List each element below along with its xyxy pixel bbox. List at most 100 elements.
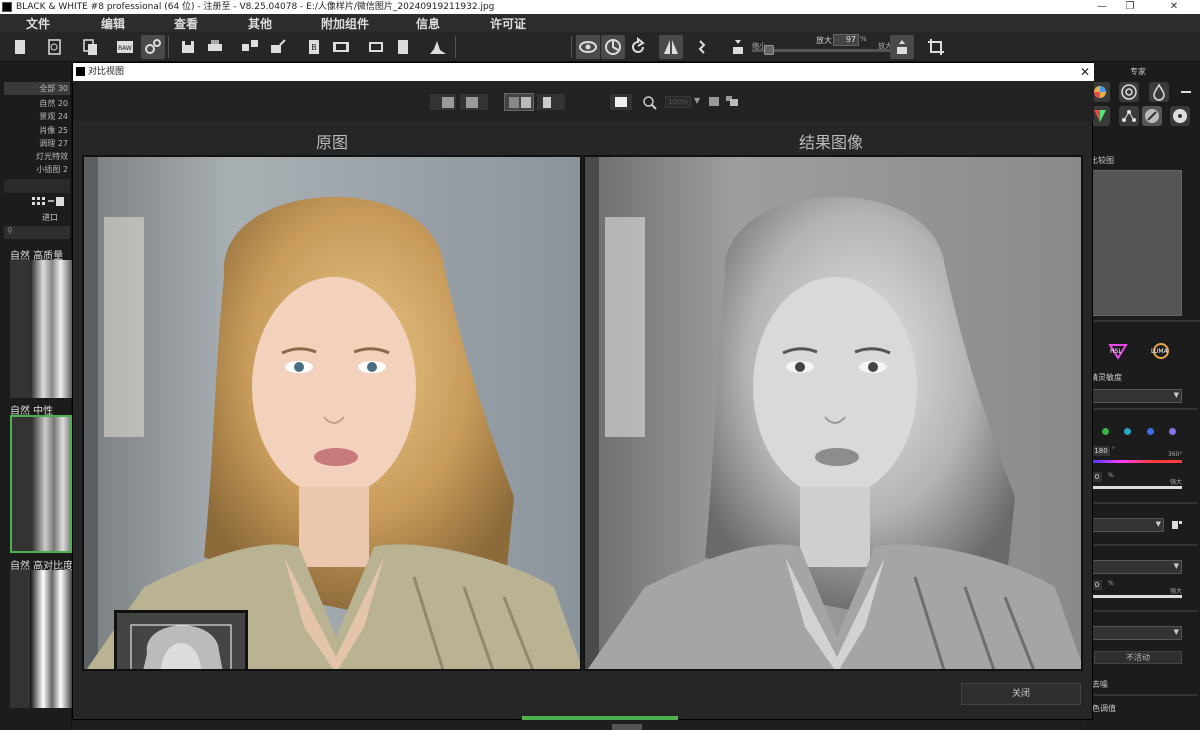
flip-icon[interactable] [659, 35, 683, 59]
magnifier-icon[interactable] [642, 95, 658, 111]
sensitivity-dropdown[interactable] [1090, 389, 1182, 403]
mode-dropdown[interactable] [1090, 518, 1164, 532]
batch-process-icon[interactable] [141, 35, 165, 59]
fullscreen-icon[interactable] [709, 97, 719, 106]
split-view-button[interactable] [504, 93, 534, 111]
film-reel-icon[interactable] [1170, 106, 1190, 126]
zoom-in-icon[interactable] [890, 35, 914, 59]
bottom-scroll-handle[interactable] [612, 724, 642, 730]
hue-value[interactable]: 180 [1092, 446, 1110, 456]
overlay-view-button[interactable] [536, 93, 566, 111]
dialog-app-icon [76, 67, 85, 76]
menu-bar: 文件 编辑 查看 其他 附加组件 信息 许可证 [0, 14, 1200, 32]
preset-thumbnail[interactable] [10, 260, 72, 398]
secondary-dropdown[interactable] [1090, 560, 1182, 574]
menu-view[interactable]: 查看 [174, 15, 198, 32]
zoom-unit: % [860, 35, 867, 43]
preview-eye-icon[interactable] [576, 35, 600, 59]
strength-value[interactable]: 0 [1092, 472, 1102, 482]
export-icon[interactable] [238, 35, 262, 59]
navigator-thumbnail[interactable] [114, 610, 248, 669]
preset-thumbnail-selected[interactable] [10, 415, 72, 553]
menu-other[interactable]: 其他 [248, 15, 272, 32]
menu-license[interactable]: 许可证 [490, 15, 526, 32]
color-dot-blue[interactable] [1147, 428, 1154, 435]
single-view-button[interactable] [429, 93, 457, 111]
filmstrip-icon[interactable] [329, 35, 353, 59]
split-icon[interactable] [690, 35, 714, 59]
hue-max-label: 360° [1168, 451, 1183, 458]
brush-icon[interactable] [1142, 106, 1162, 126]
search-field[interactable]: ⚲ [4, 226, 70, 239]
hsl-icon[interactable]: HSL [1108, 342, 1128, 360]
category-natural[interactable]: 自然 20 [4, 97, 70, 110]
undo-icon[interactable] [626, 35, 650, 59]
minimize-button[interactable]: — [1088, 0, 1116, 14]
color-dot-green[interactable] [1102, 428, 1109, 435]
search-icon: ⚲ [7, 226, 13, 235]
preset-panel: 全部 30 自然 20 景观 24 肖像 25 调理 27 灯光特效 小插图 2… [0, 62, 73, 730]
zoom-dropdown-icon[interactable]: ▼ [694, 96, 700, 105]
preset-thumbnail[interactable] [10, 570, 72, 708]
print-icon[interactable] [203, 35, 227, 59]
tone-label: 色调值 [1092, 704, 1116, 713]
zoom-slider-thumb[interactable] [763, 45, 774, 55]
category-toning[interactable]: 调理 27 [4, 137, 70, 150]
close-window-button[interactable]: ✕ [1160, 0, 1188, 14]
resize-icon[interactable] [364, 35, 388, 59]
share-icon[interactable] [266, 35, 290, 59]
grid-import-icon[interactable] [30, 196, 70, 208]
tertiary-dropdown[interactable] [1090, 626, 1182, 640]
secondary-value[interactable]: 0 [1092, 580, 1102, 590]
window-title: BLACK & WHITE #8 professional (64 位) - 注… [16, 2, 495, 12]
color-dot-cyan[interactable] [1124, 428, 1131, 435]
compare-icon[interactable] [601, 35, 625, 59]
original-image-label: 原图 [316, 133, 349, 152]
histogram-icon[interactable] [426, 35, 450, 59]
nodes-icon[interactable] [1119, 106, 1139, 126]
menu-addons[interactable]: 附加组件 [321, 15, 369, 32]
window-mode-icon[interactable] [725, 95, 739, 107]
sensitivity-label: 精灵敏度 [1090, 373, 1122, 382]
raw-icon[interactable]: RAW [113, 35, 137, 59]
menu-info[interactable]: 信息 [416, 15, 440, 32]
zoom-input[interactable]: 97 [833, 34, 859, 46]
menu-edit[interactable]: 编辑 [101, 15, 125, 32]
svg-text:RAW: RAW [118, 45, 132, 52]
crop-icon[interactable] [924, 35, 948, 59]
copy-icon[interactable] [78, 35, 102, 59]
bookmark-icon[interactable]: B [302, 35, 326, 59]
dialog-close-icon[interactable]: ✕ [1080, 63, 1090, 81]
color-dot-violet[interactable] [1169, 428, 1176, 435]
strength-slider[interactable] [1090, 486, 1182, 489]
zoom-out-icon[interactable] [726, 35, 750, 59]
open-recent-icon[interactable] [42, 35, 66, 59]
save-icon[interactable] [176, 35, 200, 59]
close-dialog-button[interactable]: 关闭 [961, 683, 1081, 705]
drop-icon[interactable] [1149, 82, 1169, 102]
hue-slider[interactable] [1090, 460, 1182, 463]
dialog-toolbar: 100% ▼ [73, 81, 1094, 121]
original-image[interactable] [82, 155, 582, 671]
menu-file[interactable]: 文件 [26, 15, 50, 32]
category-vignette[interactable]: 小插图 2 [4, 163, 70, 176]
category-portrait[interactable]: 肖像 25 [4, 124, 70, 137]
aperture-icon[interactable] [1119, 82, 1139, 102]
new-file-icon[interactable] [8, 35, 32, 59]
result-image[interactable] [583, 155, 1083, 671]
category-light-effects[interactable]: 灯光特效 [4, 150, 70, 163]
category-landscape[interactable]: 景观 24 [4, 110, 70, 123]
filter-icon[interactable] [1170, 519, 1184, 531]
maximize-button[interactable]: ❐ [1116, 0, 1144, 14]
compare-preview-title: 比较图 [1090, 156, 1114, 165]
fit-screen-button[interactable] [609, 93, 633, 111]
side-by-side-button[interactable] [459, 93, 489, 111]
document-icon[interactable] [391, 35, 415, 59]
luma-icon[interactable]: LUMA [1151, 342, 1171, 360]
inactive-button[interactable]: 不活动 [1094, 651, 1182, 664]
expert-panel: 专家 比较图 HSL LUMA 精灵敏度 180 ° 360° 0 % 强大 0… [1086, 62, 1200, 730]
collapse-icon[interactable] [1178, 82, 1194, 102]
category-all[interactable]: 全部 30 [4, 82, 70, 95]
secondary-slider[interactable] [1090, 595, 1182, 598]
dialog-zoom-input[interactable]: 100% [665, 96, 691, 108]
